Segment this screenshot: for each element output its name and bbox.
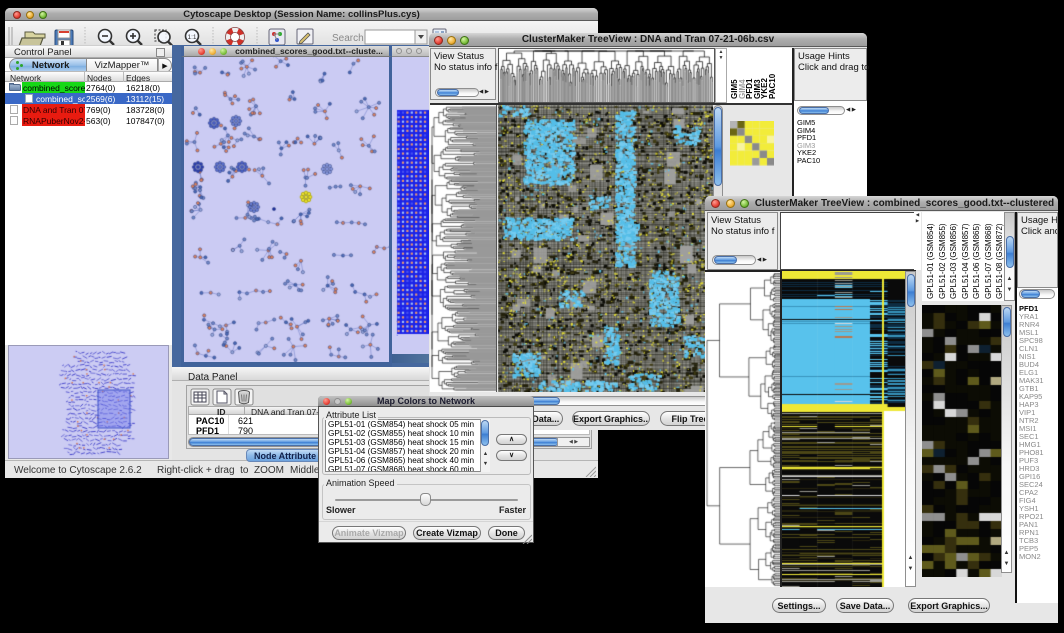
svg-text:Search:: Search: (332, 33, 366, 44)
svg-text:1:1: 1:1 (187, 34, 196, 41)
